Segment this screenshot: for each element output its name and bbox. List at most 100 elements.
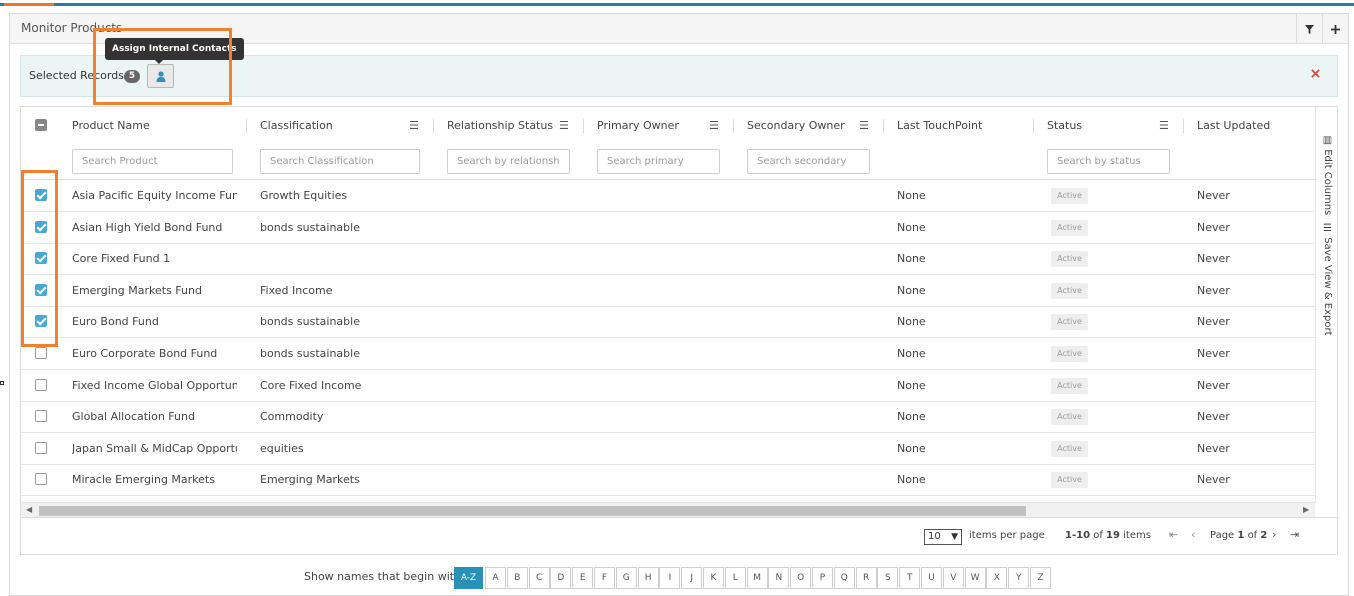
status-badge: Active [1051, 188, 1088, 204]
alpha-filter-letter-o[interactable]: O [790, 567, 812, 589]
table-row[interactable]: Miracle Emerging Markets Emerging Markets… [21, 464, 1315, 497]
alpha-filter-letter-y[interactable]: Y [1008, 567, 1030, 589]
column-header-classification[interactable]: Classification [260, 119, 333, 132]
alpha-filter-letter-r[interactable]: R [855, 567, 877, 589]
alpha-filter-letter-f[interactable]: F [594, 567, 615, 589]
alpha-filter-letter-z[interactable]: Z [1030, 567, 1051, 589]
alpha-filter-letter-p[interactable]: P [812, 567, 833, 589]
alpha-filter-letter-h[interactable]: H [637, 567, 659, 589]
column-separator[interactable] [883, 119, 884, 133]
alpha-filter-letter-g[interactable]: G [615, 567, 637, 589]
page-size-select[interactable]: 10 ▼ [924, 529, 962, 545]
last-page-icon[interactable]: ⇥ [1290, 528, 1299, 541]
row-checkbox[interactable] [35, 283, 47, 296]
alpha-filter-letter-a[interactable]: A [485, 567, 506, 589]
assign-internal-contacts-button[interactable] [147, 64, 174, 88]
row-checkbox[interactable] [35, 473, 47, 486]
cell-last-touchpoint: None [897, 315, 926, 329]
column-menu-icon[interactable]: ☰ [709, 119, 719, 132]
column-separator[interactable] [246, 119, 247, 133]
row-checkbox[interactable] [35, 378, 47, 391]
add-button[interactable] [1322, 14, 1348, 44]
table-row[interactable]: Global Allocation Fund Commodity None Never… [21, 401, 1315, 434]
column-menu-icon[interactable]: ☰ [859, 119, 869, 132]
table-row[interactable]: Fixed Income Global Opportuniti... Core F… [21, 370, 1315, 402]
column-header-product-name[interactable]: Product Name [72, 119, 150, 132]
column-header-secondary-owner[interactable]: Secondary Owner [747, 119, 845, 132]
column-header-last-touchpoint[interactable]: Last TouchPoint [897, 119, 982, 132]
horizontal-scrollbar[interactable]: ◀ ▶ [21, 502, 1315, 517]
column-menu-icon[interactable]: ☰ [1159, 119, 1169, 132]
table-row[interactable]: Emerging Markets Fund Fixed Income None Nev… [21, 275, 1315, 307]
table-row[interactable]: Asian High Yield Bond Fund bonds sustaina… [21, 212, 1315, 244]
search-secondary-owner-input[interactable] [747, 149, 870, 174]
alpha-filter-letter-b[interactable]: B [506, 567, 528, 589]
alpha-filter-letter-j[interactable]: J [681, 567, 703, 589]
cell-product-name: Japan Small & MidCap Opportu... [72, 441, 237, 455]
alpha-filter-letter-n[interactable]: N [768, 567, 790, 589]
row-checkbox[interactable] [35, 220, 47, 233]
column-menu-icon[interactable]: ☰ [559, 119, 569, 132]
scrollbar-thumb[interactable] [39, 506, 1026, 516]
scroll-right-icon[interactable]: ▶ [1303, 505, 1309, 514]
alpha-filter-letter-w[interactable]: W [964, 567, 986, 589]
cell-last-updated: Never [1197, 378, 1230, 392]
column-header-primary-owner[interactable]: Primary Owner [597, 119, 679, 132]
alpha-filter-letter-c[interactable]: C [528, 567, 550, 589]
alpha-filter-letter-u[interactable]: U [921, 567, 942, 589]
column-separator[interactable] [433, 119, 434, 133]
clear-selection-button[interactable] [1311, 67, 1320, 82]
column-separator[interactable] [1033, 119, 1034, 133]
cell-last-touchpoint: None [897, 410, 926, 424]
alpha-filter-letter-q[interactable]: Q [833, 567, 855, 589]
search-relationship-input[interactable] [447, 149, 570, 174]
cell-last-updated: Never [1197, 189, 1230, 202]
alpha-filter-letter-x[interactable]: X [986, 567, 1008, 589]
table-row[interactable]: Asia Pacific Equity Income Fund Growth Eq… [21, 180, 1315, 212]
column-header-status[interactable]: Status [1047, 119, 1082, 132]
alpha-filter-letter-l[interactable]: L [724, 567, 746, 589]
search-status-input[interactable] [1047, 149, 1170, 174]
alpha-filter-letter-d[interactable]: D [550, 567, 572, 589]
cell-last-touchpoint: None [897, 189, 926, 202]
alpha-filter-all[interactable]: A-Z [454, 567, 483, 589]
search-product-input[interactable] [72, 149, 233, 174]
alpha-filter-letter-s[interactable]: S [877, 567, 899, 589]
alpha-filter-letter-t[interactable]: T [899, 567, 921, 589]
alpha-filter-letter-m[interactable]: M [746, 567, 768, 589]
table-row[interactable]: Japan Small & MidCap Opportu... equities N… [21, 433, 1315, 465]
column-separator[interactable] [583, 119, 584, 133]
scroll-left-icon[interactable]: ◀ [26, 505, 32, 514]
column-separator[interactable] [733, 119, 734, 133]
status-badge: Active [1051, 219, 1088, 236]
row-checkbox[interactable] [35, 252, 47, 265]
row-checkbox[interactable] [35, 347, 47, 359]
row-checkbox[interactable] [35, 410, 47, 423]
column-header-relationship-status[interactable]: Relationship Status [447, 119, 553, 132]
edit-columns-button[interactable]: ▥ Edit Columns [1322, 135, 1333, 215]
row-checkbox[interactable] [35, 189, 47, 201]
table-row[interactable]: Euro Corporate Bond Fund bonds sustainabl… [21, 338, 1315, 370]
search-primary-owner-input[interactable] [597, 149, 720, 174]
user-icon [156, 70, 165, 82]
filter-button[interactable] [1296, 14, 1322, 44]
next-page-icon[interactable]: › [1272, 528, 1276, 541]
table-row[interactable]: Euro Bond Fund bonds sustainable None Never… [21, 306, 1315, 339]
row-checkbox[interactable] [35, 441, 47, 454]
column-separator[interactable] [1183, 119, 1184, 133]
alpha-filter-letter-e[interactable]: E [572, 567, 594, 589]
alpha-filter-letter-i[interactable]: I [659, 567, 681, 589]
table-row[interactable]: Core Fixed Fund 1 None Never Active [21, 243, 1315, 276]
first-page-icon[interactable]: ⇤ [1169, 528, 1178, 541]
search-classification-input[interactable] [260, 149, 420, 174]
alpha-filter-letter-v[interactable]: V [942, 567, 964, 589]
cell-product-name: Emerging Markets Fund [72, 283, 202, 297]
column-header-last-updated[interactable]: Last Updated [1197, 119, 1270, 132]
column-menu-icon[interactable]: ☰ [409, 119, 419, 132]
cell-classification: bonds sustainable [260, 315, 360, 329]
alpha-filter-letter-k[interactable]: K [703, 567, 724, 589]
select-all-checkbox[interactable] [35, 119, 47, 131]
save-view-export-button[interactable]: ☰ Save View & Export [1322, 223, 1333, 336]
row-checkbox[interactable] [35, 315, 47, 328]
previous-page-icon[interactable]: ‹ [1191, 528, 1195, 541]
